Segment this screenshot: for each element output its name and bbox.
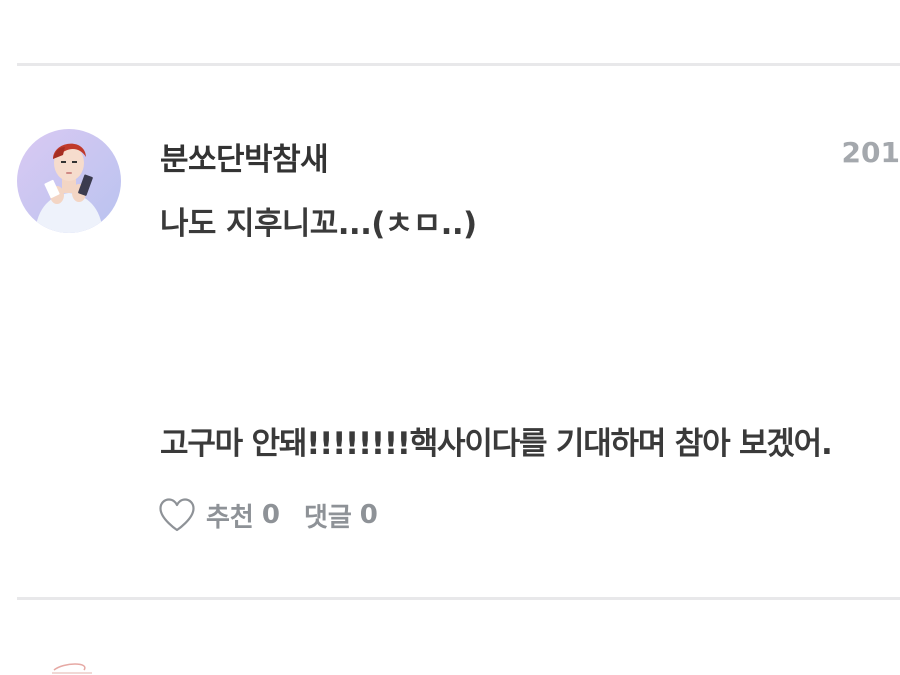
- reply-count: 0: [359, 500, 378, 530]
- comment-text-line: 나도 지후니꼬...(ㅊㅁ..): [160, 206, 477, 242]
- comment-actions: 추천 0 댓글 0: [158, 494, 378, 536]
- comment-page: 분쏘단박참새 201 나도 지후니꼬...(ㅊㅁ..) 고구마 안돼!!!!!!…: [0, 0, 900, 675]
- comment-author[interactable]: 분쏘단박참새: [160, 134, 329, 179]
- avatar-image: [17, 129, 121, 233]
- next-avatar-image: [52, 663, 92, 674]
- divider-top: [17, 63, 900, 66]
- reply-label: 댓글: [303, 502, 352, 533]
- divider-bottom: [17, 597, 900, 600]
- like-button[interactable]: 추천 0: [158, 497, 304, 534]
- comment-date: 201: [841, 136, 900, 169]
- reply-button[interactable]: 댓글 0: [304, 497, 378, 534]
- avatar[interactable]: [17, 129, 121, 233]
- like-count: 0: [261, 500, 280, 530]
- comment-text-line: 고구마 안돼!!!!!!!!핵사이다를 기대하며 참아 보겠어.: [160, 426, 833, 462]
- like-label: 추천: [206, 502, 254, 533]
- next-comment-avatar[interactable]: [50, 660, 110, 675]
- heart-outline-icon: [159, 498, 195, 532]
